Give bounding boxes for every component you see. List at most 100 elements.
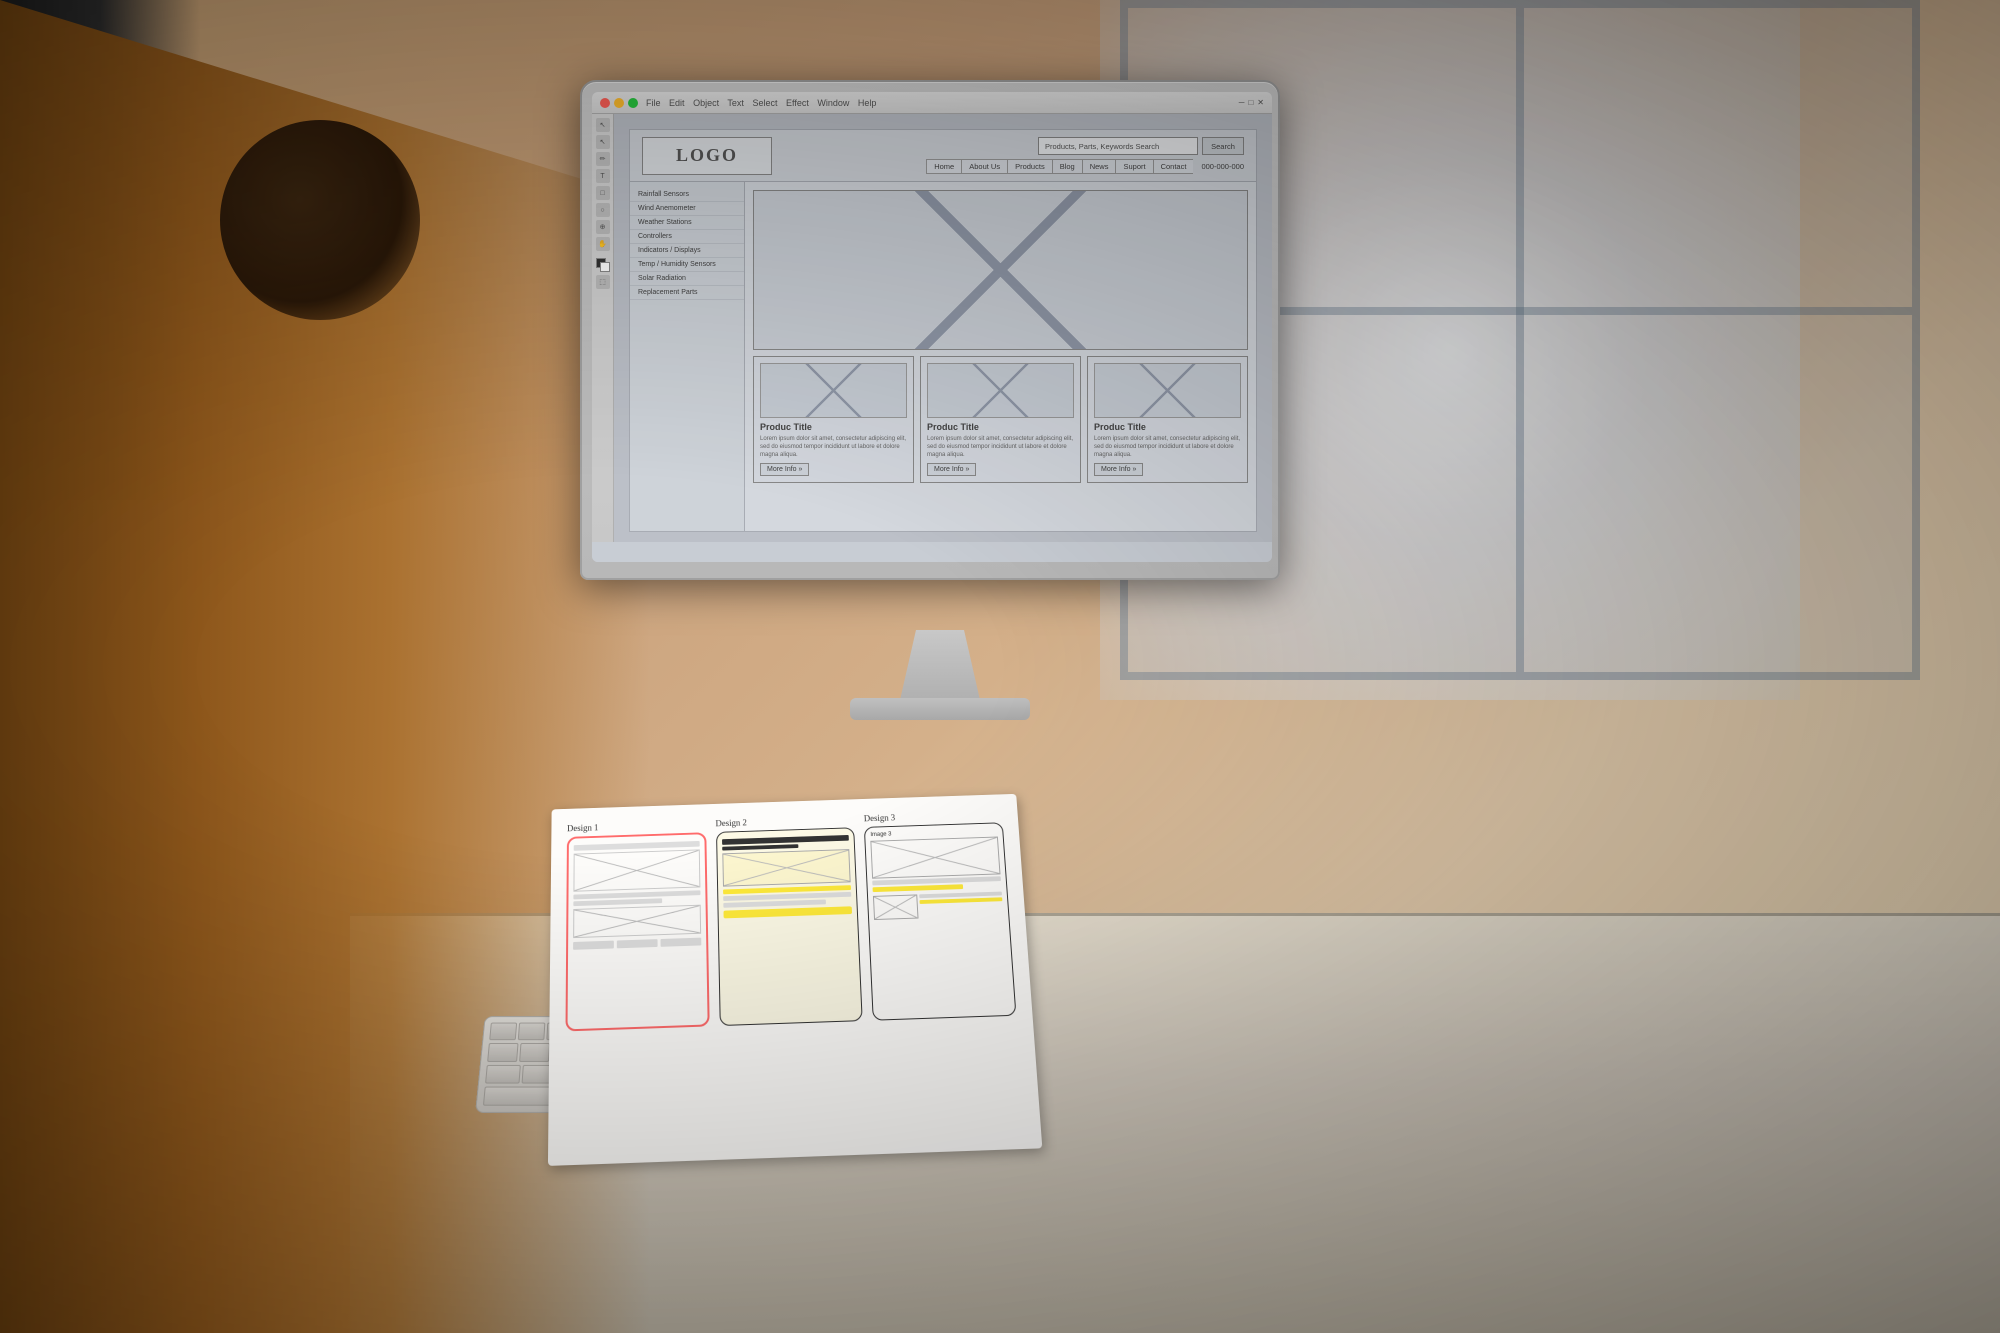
tab-window[interactable]: Window bbox=[817, 98, 849, 108]
product-title-2: Produc Title bbox=[927, 422, 1074, 432]
sidebar-weather[interactable]: Weather Stations bbox=[630, 216, 744, 230]
product-card-2: Produc Title Lorem ipsum dolor sit amet,… bbox=[920, 356, 1081, 483]
sketch-button-row bbox=[573, 938, 701, 950]
tab-text[interactable]: Text bbox=[727, 98, 744, 108]
design-2-sketch: Design 2 bbox=[715, 814, 863, 1026]
design-3-phone: Image 3 bbox=[864, 822, 1016, 1020]
key[interactable] bbox=[485, 1064, 521, 1083]
sketch-img-3 bbox=[871, 837, 1001, 879]
product-title-1: Produc Title bbox=[760, 422, 907, 432]
window-close-icon[interactable]: ✕ bbox=[1257, 98, 1264, 107]
select-tool-icon[interactable]: ↖ bbox=[596, 118, 610, 132]
wireframe-sidebar: Rainfall Sensors Wind Anemometer Weather… bbox=[630, 182, 745, 531]
canvas-area: ↖ ↖ ✏ T □ ○ ⊕ ✋ ⬚ bbox=[592, 114, 1272, 542]
wireframe-header: LOGO Products, Parts, Keywords Search Se… bbox=[630, 130, 1256, 182]
zoom-tool-icon[interactable]: ⊕ bbox=[596, 220, 610, 234]
sketch-img-block bbox=[573, 849, 700, 891]
product-desc-3: Lorem ipsum dolor sit amet, consectetur … bbox=[1094, 436, 1241, 459]
search-input[interactable]: Products, Parts, Keywords Search bbox=[1038, 137, 1198, 155]
sketch-btn bbox=[573, 941, 614, 950]
sketch-block bbox=[723, 899, 826, 907]
tab-select[interactable]: Select bbox=[752, 98, 777, 108]
hero-image-placeholder bbox=[753, 190, 1248, 350]
person-head bbox=[220, 120, 420, 320]
key[interactable] bbox=[487, 1043, 518, 1061]
nav-news[interactable]: News bbox=[1082, 159, 1116, 174]
tab-edit[interactable]: Edit bbox=[669, 98, 685, 108]
product-more-info-3[interactable]: More Info » bbox=[1094, 463, 1143, 476]
logo-placeholder: LOGO bbox=[642, 137, 772, 175]
screen-content: File Edit Object Text Select Effect Wind… bbox=[592, 92, 1272, 562]
close-button[interactable] bbox=[600, 98, 610, 108]
app-tabs: File Edit Object Text Select Effect Wind… bbox=[646, 98, 876, 108]
sketch-row bbox=[873, 892, 1003, 920]
key[interactable] bbox=[518, 1023, 545, 1041]
hand-tool-icon[interactable]: ✋ bbox=[596, 237, 610, 251]
sketch-block-dark bbox=[722, 835, 850, 845]
ellipse-tool-icon[interactable]: ○ bbox=[596, 203, 610, 217]
tab-effect[interactable]: Effect bbox=[786, 98, 809, 108]
sketch-img-block-2 bbox=[573, 905, 701, 938]
monitor-screen: File Edit Object Text Select Effect Wind… bbox=[592, 92, 1272, 562]
color-swatches[interactable] bbox=[596, 258, 610, 272]
sketch-block bbox=[573, 890, 700, 899]
window-minimize-icon[interactable]: ─ bbox=[1239, 98, 1245, 107]
direct-select-icon[interactable]: ↖ bbox=[596, 135, 610, 149]
monitor-base bbox=[850, 698, 1030, 720]
rect-tool-icon[interactable]: □ bbox=[596, 186, 610, 200]
main-canvas: LOGO Products, Parts, Keywords Search Se… bbox=[614, 114, 1272, 542]
design-3-label: Design 3 bbox=[864, 809, 1003, 823]
sidebar-indicators[interactable]: Indicators / Displays bbox=[630, 244, 744, 258]
nav-row: Home About Us Products Blog News Suport … bbox=[926, 159, 1244, 174]
nav-blog[interactable]: Blog bbox=[1052, 159, 1082, 174]
pen-tool-icon[interactable]: ✏ bbox=[596, 152, 610, 166]
design-3-sketch: Design 3 Image 3 bbox=[864, 809, 1017, 1020]
design-1-label: Design 1 bbox=[567, 819, 706, 833]
sidebar-solar[interactable]: Solar Radiation bbox=[630, 272, 744, 286]
key[interactable] bbox=[519, 1043, 550, 1061]
product-title-3: Produc Title bbox=[1094, 422, 1241, 432]
minimize-button[interactable] bbox=[614, 98, 624, 108]
sidebar-temp[interactable]: Temp / Humidity Sensors bbox=[630, 258, 744, 272]
wireframe-main: Produc Title Lorem ipsum dolor sit amet,… bbox=[745, 182, 1256, 531]
search-row: Products, Parts, Keywords Search Search bbox=[1038, 137, 1244, 155]
nav-home[interactable]: Home bbox=[926, 159, 961, 174]
sketch-small-img bbox=[873, 894, 918, 920]
sidebar-rainfall[interactable]: Rainfall Sensors bbox=[630, 188, 744, 202]
product-more-info-1[interactable]: More Info » bbox=[760, 463, 809, 476]
wireframe-body: Rainfall Sensors Wind Anemometer Weather… bbox=[630, 182, 1256, 531]
sketch-cta-yellow bbox=[723, 906, 852, 918]
sketch-block bbox=[573, 898, 662, 906]
maximize-button[interactable] bbox=[628, 98, 638, 108]
tab-help[interactable]: Help bbox=[858, 98, 877, 108]
app-titlebar: File Edit Object Text Select Effect Wind… bbox=[592, 92, 1272, 114]
product-more-info-2[interactable]: More Info » bbox=[927, 463, 976, 476]
product-desc-1: Lorem ipsum dolor sit amet, consectetur … bbox=[760, 436, 907, 459]
sidebar-controllers[interactable]: Controllers bbox=[630, 230, 744, 244]
product-desc-2: Lorem ipsum dolor sit amet, consectetur … bbox=[927, 436, 1074, 459]
paper-sheet: Design 1 bbox=[548, 794, 1042, 1166]
design-2-phone bbox=[716, 827, 863, 1026]
sketch-btn bbox=[617, 939, 658, 948]
wireframe: LOGO Products, Parts, Keywords Search Se… bbox=[629, 129, 1257, 532]
search-button[interactable]: Search bbox=[1202, 137, 1244, 155]
tab-file[interactable]: File bbox=[646, 98, 661, 108]
design-1-sketch: Design 1 bbox=[565, 819, 709, 1031]
artboard-tool-icon[interactable]: ⬚ bbox=[596, 275, 610, 289]
sidebar-replacement[interactable]: Replacement Parts bbox=[630, 286, 744, 300]
window-restore-icon[interactable]: □ bbox=[1248, 98, 1253, 107]
sketch-block-yellow bbox=[873, 884, 963, 892]
nav-contact[interactable]: Contact bbox=[1153, 159, 1194, 174]
window-controls: ─ □ ✕ bbox=[1239, 98, 1264, 107]
paper-designs: Design 1 bbox=[548, 793, 1085, 1188]
key[interactable] bbox=[489, 1023, 517, 1041]
nav-about[interactable]: About Us bbox=[961, 159, 1007, 174]
sidebar-wind[interactable]: Wind Anemometer bbox=[630, 202, 744, 216]
nav-products[interactable]: Products bbox=[1007, 159, 1052, 174]
tab-object[interactable]: Object bbox=[693, 98, 719, 108]
sketch-btn bbox=[660, 938, 701, 947]
nav-support[interactable]: Suport bbox=[1115, 159, 1152, 174]
type-tool-icon[interactable]: T bbox=[596, 169, 610, 183]
product-image-1 bbox=[760, 363, 907, 418]
header-right: Products, Parts, Keywords Search Search … bbox=[780, 137, 1244, 174]
